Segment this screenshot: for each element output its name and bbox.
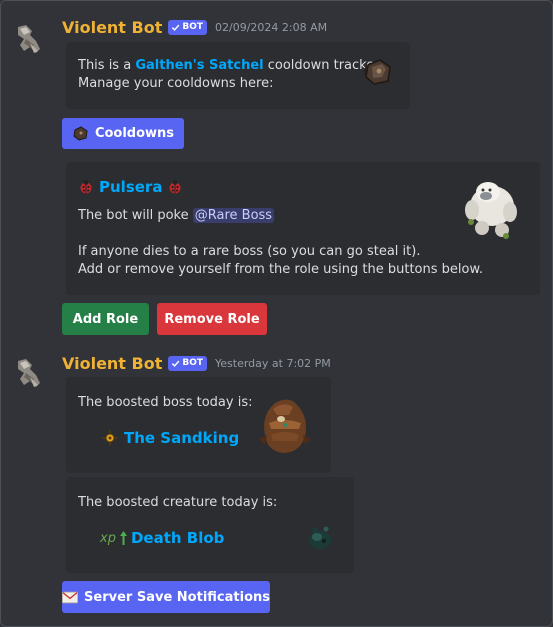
- remove-role-button[interactable]: Remove Role: [157, 303, 267, 335]
- server-save-notifications-button[interactable]: Server Save Notifications: [62, 581, 270, 613]
- message-header: Violent Bot BOT Yesterday at 7:02 PM: [62, 354, 331, 373]
- timestamp[interactable]: 02/09/2024 2:08 AM: [215, 21, 327, 34]
- pulsera-poke-line: The bot will poke @Rare Boss: [78, 207, 275, 225]
- cooldowns-button-label: Cooldowns: [94, 126, 175, 141]
- bot-tag-label: BOT: [182, 22, 204, 32]
- bot-tag-label: BOT: [182, 358, 204, 368]
- satchel-link[interactable]: Galthen's Satchel: [135, 58, 263, 73]
- satchel-icon: [362, 57, 394, 91]
- remove-role-label: Remove Role: [164, 311, 260, 327]
- xp-arrow-icon: [119, 531, 127, 545]
- bot-tag: BOT: [168, 20, 208, 35]
- death-blob-icon: [306, 524, 334, 554]
- satchel-icon: [73, 126, 88, 141]
- bot-avatar-icon[interactable]: [9, 353, 49, 393]
- verified-check-icon: [172, 360, 180, 367]
- pulsera-line4: Add or remove yourself from the role usi…: [78, 262, 484, 277]
- bot-tag: BOT: [168, 356, 208, 371]
- username[interactable]: Violent Bot: [62, 354, 162, 373]
- ladybug-icon: [80, 180, 92, 194]
- pulsera-embed: Pulsera The bot will poke @Rare Boss If …: [66, 162, 540, 295]
- add-role-label: Add Role: [72, 311, 139, 327]
- sandking-icon: [255, 395, 315, 461]
- pulsera-title[interactable]: Pulsera: [99, 178, 162, 196]
- timestamp[interactable]: Yesterday at 7:02 PM: [215, 357, 331, 370]
- boosted-boss-row: The Sandking: [102, 429, 239, 447]
- cooldowns-button[interactable]: Cooldowns: [62, 118, 184, 149]
- satchel-prefix: This is a: [78, 58, 136, 73]
- username[interactable]: Violent Bot: [62, 18, 162, 37]
- add-role-button[interactable]: Add Role: [62, 303, 149, 335]
- satchel-embed: This is a Galthen's Satchel cooldown tra…: [66, 42, 410, 109]
- boosted-boss-embed: The boosted boss today is: The Sandking: [66, 377, 331, 473]
- boosted-creature-text: The boosted creature today is:: [78, 495, 278, 510]
- boosted-creature-row: xp Death Blob: [100, 529, 224, 547]
- boosted-creature-name[interactable]: Death Blob: [131, 529, 224, 547]
- boosted-creature-embed: The boosted creature today is: xp Death …: [66, 477, 354, 573]
- poke-prefix: The bot will poke: [78, 208, 193, 223]
- ladybug-icon: [169, 180, 181, 194]
- sun-icon: [102, 430, 118, 446]
- chat-window: Violent Bot BOT 02/09/2024 2:08 AM This …: [0, 0, 553, 627]
- yeti-icon: [458, 176, 524, 246]
- pulsera-line3: If anyone dies to a rare boss (so you ca…: [78, 244, 421, 259]
- boosted-boss-text: The boosted boss today is:: [78, 395, 253, 410]
- xp-prefix: xp: [100, 530, 116, 546]
- satchel-embed-line1: This is a Galthen's Satchel cooldown tra…: [78, 57, 383, 75]
- bot-avatar-icon[interactable]: [9, 19, 49, 59]
- message-header: Violent Bot BOT 02/09/2024 2:08 AM: [62, 18, 327, 37]
- verified-check-icon: [172, 24, 180, 31]
- satchel-embed-line2: Manage your cooldowns here:: [78, 76, 274, 91]
- rare-boss-mention[interactable]: @Rare Boss: [192, 208, 275, 223]
- envelope-icon: [62, 591, 79, 603]
- server-save-notifications-label: Server Save Notifications: [84, 589, 270, 605]
- boosted-boss-name[interactable]: The Sandking: [124, 429, 239, 447]
- pulsera-title-row: Pulsera: [78, 178, 183, 196]
